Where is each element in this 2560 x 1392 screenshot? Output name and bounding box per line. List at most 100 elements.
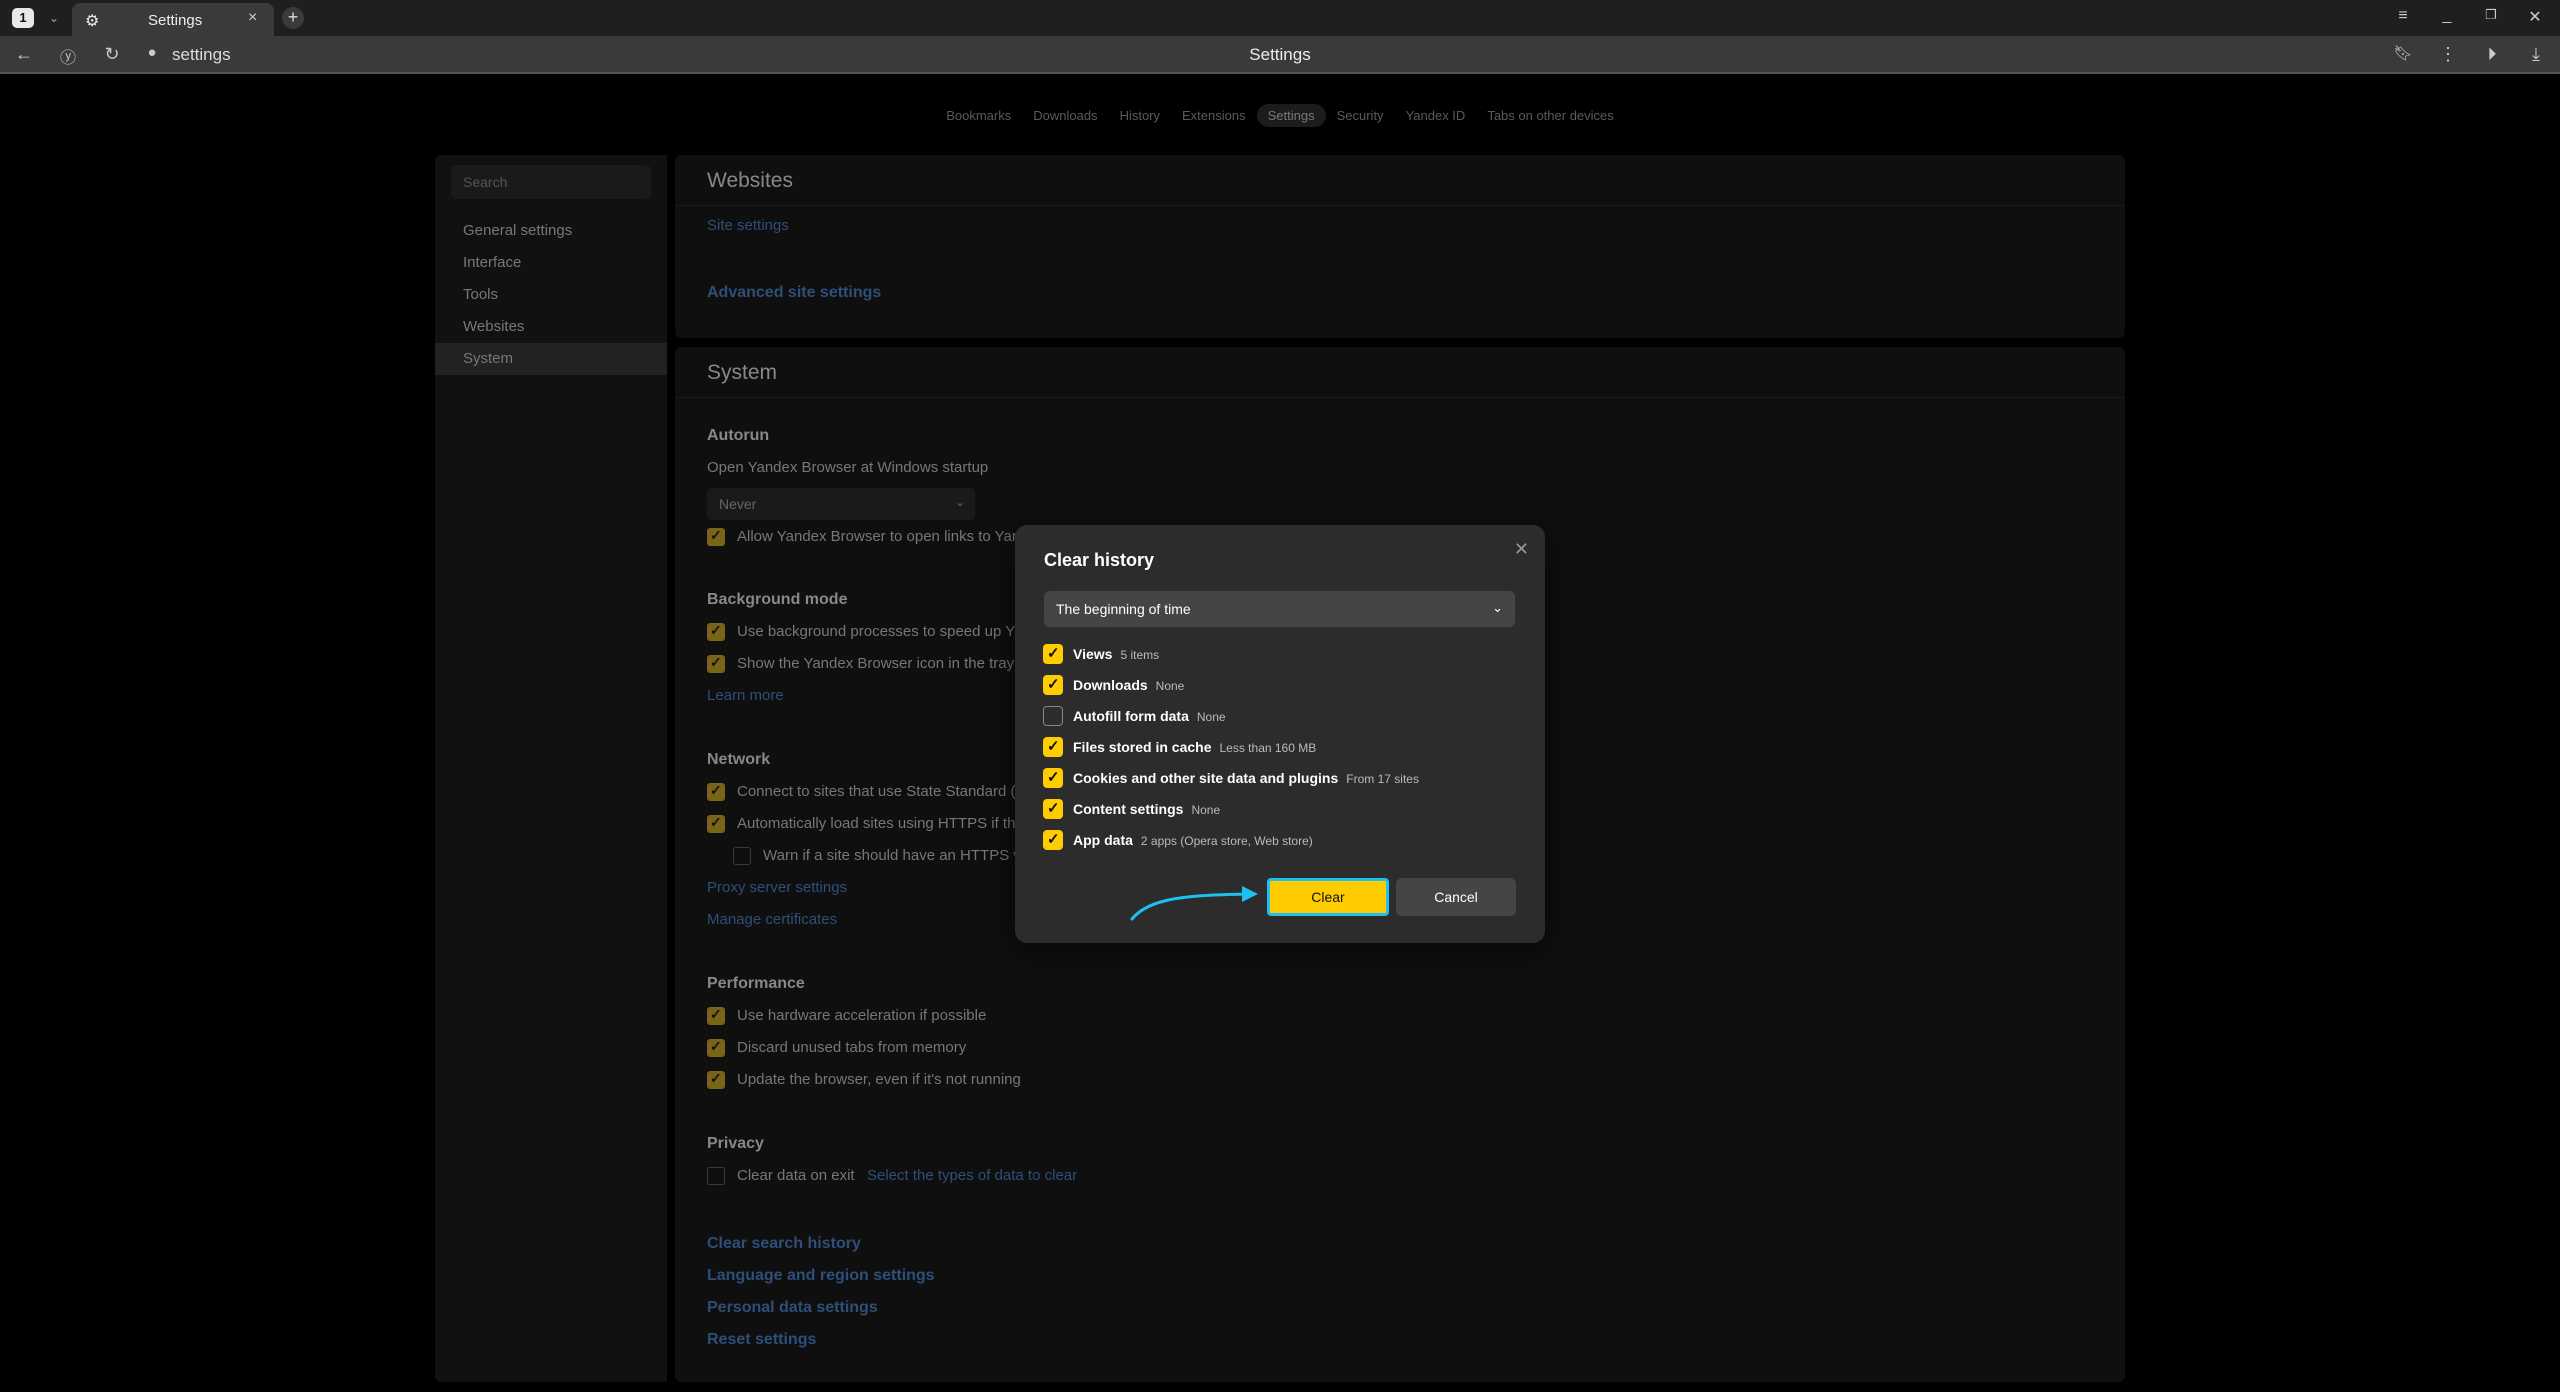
learn-more-link[interactable]: Learn more [707, 687, 784, 704]
topnav-bookmarks[interactable]: Bookmarks [935, 104, 1022, 127]
clear-search-history-link[interactable]: Clear search history [707, 1235, 861, 1253]
cache-checkbox[interactable] [1043, 737, 1063, 757]
https-warn-checkbox[interactable] [733, 847, 751, 865]
dialog-title: Clear history [1044, 550, 1155, 570]
https-checkbox[interactable] [707, 814, 725, 833]
content-settings-desc: None [1191, 803, 1221, 817]
clear-button[interactable]: Clear [1267, 878, 1389, 916]
site-settings-link[interactable]: Site settings [707, 217, 789, 234]
divider [675, 205, 2125, 206]
tab-list-chevron-icon[interactable]: ⌄ [44, 8, 64, 28]
chevron-down-icon: ⌄ [954, 495, 965, 509]
chevron-down-icon: ⌄ [1492, 600, 1503, 615]
settings-search-input[interactable]: Search [451, 165, 651, 199]
content-settings-label: Content settings [1073, 801, 1184, 817]
clear-on-exit-checkbox[interactable] [707, 1167, 725, 1185]
manage-certificates-link[interactable]: Manage certificates [707, 911, 837, 928]
divider [675, 397, 2125, 398]
allow-links-checkbox[interactable] [707, 527, 725, 546]
bookmark-icon[interactable]: 🔖︎ [2391, 44, 2415, 62]
more-icon[interactable]: ⋮ [2436, 44, 2460, 65]
hw-accel-label: Use hardware acceleration if possible [737, 1007, 987, 1024]
sidebar-item-interface[interactable]: Interface [435, 247, 667, 279]
menu-icon[interactable]: ≡ [2392, 7, 2414, 25]
restore-icon[interactable]: ❐ [2480, 7, 2502, 23]
settings-top-nav: Bookmarks Downloads History Extensions S… [0, 104, 2560, 127]
topnav-downloads[interactable]: Downloads [1022, 104, 1108, 127]
performance-heading: Performance [707, 975, 805, 992]
downloads-checkbox[interactable] [1043, 675, 1063, 695]
bg-processes-checkbox[interactable] [707, 622, 725, 641]
new-tab-button[interactable]: + [282, 7, 304, 29]
proxy-settings-link[interactable]: Proxy server settings [707, 879, 847, 896]
time-range-select[interactable]: The beginning of time ⌄ [1044, 591, 1515, 627]
tab-close-icon[interactable]: × [248, 9, 257, 27]
tray-icon-checkbox[interactable] [707, 654, 725, 673]
minimize-icon[interactable]: _ [2436, 7, 2458, 25]
sidebar-item-tools[interactable]: Tools [435, 279, 667, 311]
topnav-other-devices[interactable]: Tabs on other devices [1476, 104, 1624, 127]
url-field[interactable]: settings [172, 45, 231, 65]
cookies-checkbox[interactable] [1043, 768, 1063, 788]
downloads-label: Downloads [1073, 677, 1148, 693]
discard-tabs-label: Discard unused tabs from memory [737, 1039, 967, 1056]
topnav-yandex-id[interactable]: Yandex ID [1395, 104, 1477, 127]
annotation-arrow-icon [1130, 886, 1258, 921]
download-icon[interactable]: ⤓ [2524, 44, 2548, 65]
background-heading: Background mode [707, 591, 848, 608]
app-data-checkbox[interactable] [1043, 830, 1063, 850]
autofill-checkbox[interactable] [1043, 706, 1063, 726]
tab-settings[interactable]: ⚙ Settings × [72, 3, 274, 36]
select-data-types-link[interactable]: Select the types of data to clear [867, 1167, 1077, 1184]
sidebar-item-general[interactable]: General settings [435, 215, 667, 247]
autofill-label: Autofill form data [1073, 708, 1189, 724]
system-title: System [707, 361, 778, 384]
clear-history-dialog: Clear history ✕ The beginning of time ⌄ … [1015, 525, 1545, 943]
address-bar: ← ⓨ ↻ ● settings Settings 🔖︎ ⋮ ⏵ ⤓ [0, 36, 2560, 74]
content-settings-checkbox[interactable] [1043, 799, 1063, 819]
cookies-label: Cookies and other site data and plugins [1073, 770, 1339, 786]
autorun-select-value: Never [719, 496, 757, 512]
topnav-history[interactable]: History [1109, 104, 1171, 127]
clear-on-exit-label: Clear data on exit [737, 1167, 855, 1184]
websites-title: Websites [707, 169, 793, 192]
https-label: Automatically load sites using HTTPS if … [737, 815, 1016, 832]
cancel-button[interactable]: Cancel [1396, 878, 1516, 916]
topnav-security[interactable]: Security [1326, 104, 1395, 127]
reload-icon[interactable]: ↻ [100, 44, 124, 65]
sidebar-item-websites[interactable]: Websites [435, 311, 667, 343]
language-region-link[interactable]: Language and region settings [707, 1267, 935, 1285]
yandex-button-icon[interactable]: ⓨ [56, 44, 80, 68]
advanced-site-settings-link[interactable]: Advanced site settings [707, 284, 881, 302]
back-icon[interactable]: ← [12, 44, 36, 65]
gear-icon: ⚙ [85, 13, 100, 30]
autorun-heading: Autorun [707, 427, 770, 444]
topnav-settings[interactable]: Settings [1256, 104, 1326, 127]
sidebar-item-system[interactable]: System [435, 343, 667, 375]
topnav-extensions[interactable]: Extensions [1171, 104, 1257, 127]
bg-processes-label: Use background processes to speed up Ya [737, 623, 1023, 640]
views-checkbox[interactable] [1043, 644, 1063, 664]
update-browser-checkbox[interactable] [707, 1070, 725, 1089]
gost-checkbox[interactable] [707, 782, 725, 801]
close-window-icon[interactable]: ✕ [2524, 7, 2546, 27]
close-icon[interactable]: ✕ [1514, 539, 1529, 560]
websites-card: Websites Site settings Advanced site set… [675, 155, 2125, 338]
autofill-desc: None [1196, 710, 1226, 724]
site-info-icon[interactable]: ● [140, 44, 164, 61]
allow-links-label: Allow Yandex Browser to open links to Ya… [737, 528, 1021, 545]
autorun-select[interactable]: Never ⌄ [707, 488, 975, 520]
tray-icon-label: Show the Yandex Browser icon in the tray [737, 655, 1015, 672]
privacy-heading: Privacy [707, 1135, 764, 1152]
hw-accel-checkbox[interactable] [707, 1006, 725, 1025]
tab-title: Settings [148, 12, 203, 29]
tab-strip: 1 ⌄ ⚙ Settings × + ≡ _ ❐ ✕ [0, 0, 2560, 36]
discard-tabs-checkbox[interactable] [707, 1038, 725, 1057]
time-range-value: The beginning of time [1056, 601, 1191, 617]
reset-settings-link[interactable]: Reset settings [707, 1331, 816, 1349]
tab-count-badge[interactable]: 1 [12, 8, 34, 28]
personal-data-link[interactable]: Personal data settings [707, 1299, 878, 1317]
media-icon[interactable]: ⏵ [2480, 44, 2504, 65]
downloads-desc: None [1155, 679, 1185, 693]
cache-label: Files stored in cache [1073, 739, 1212, 755]
